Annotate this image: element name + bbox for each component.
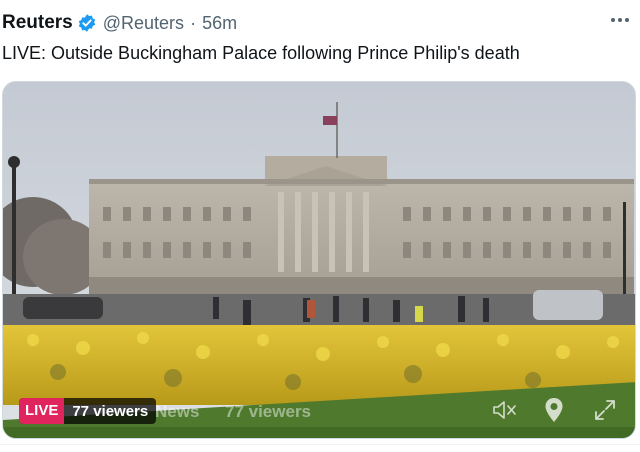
more-dots-icon xyxy=(611,18,629,22)
mute-button[interactable] xyxy=(491,396,519,424)
tweet-header: Reuters @Reuters · 56m xyxy=(2,10,237,36)
more-options-button[interactable] xyxy=(606,8,634,32)
expand-icon xyxy=(595,400,615,420)
live-badge: LIVE 77 viewers xyxy=(19,398,157,424)
tweet-time[interactable]: 56m xyxy=(202,13,237,34)
divider xyxy=(0,444,640,445)
location-pin-icon xyxy=(545,398,563,422)
separator-dot: · xyxy=(190,12,197,33)
video-frame xyxy=(3,82,635,438)
author-name[interactable]: Reuters xyxy=(2,12,73,34)
watermark-viewers: 77 viewers xyxy=(225,402,312,421)
volume-muted-icon xyxy=(493,401,516,419)
viewer-count: 77 viewers xyxy=(72,402,149,420)
author-handle[interactable]: @Reuters xyxy=(103,13,184,34)
watermark-news: News xyxy=(155,402,200,421)
live-video-player[interactable]: LIVE 77 viewers News 77 viewers xyxy=(2,81,636,439)
verified-badge-icon xyxy=(78,14,95,32)
tweet-text: LIVE: Outside Buckingham Palace followin… xyxy=(2,43,520,63)
location-button[interactable] xyxy=(540,396,568,424)
expand-button[interactable] xyxy=(591,396,619,424)
live-label: LIVE xyxy=(19,398,65,424)
